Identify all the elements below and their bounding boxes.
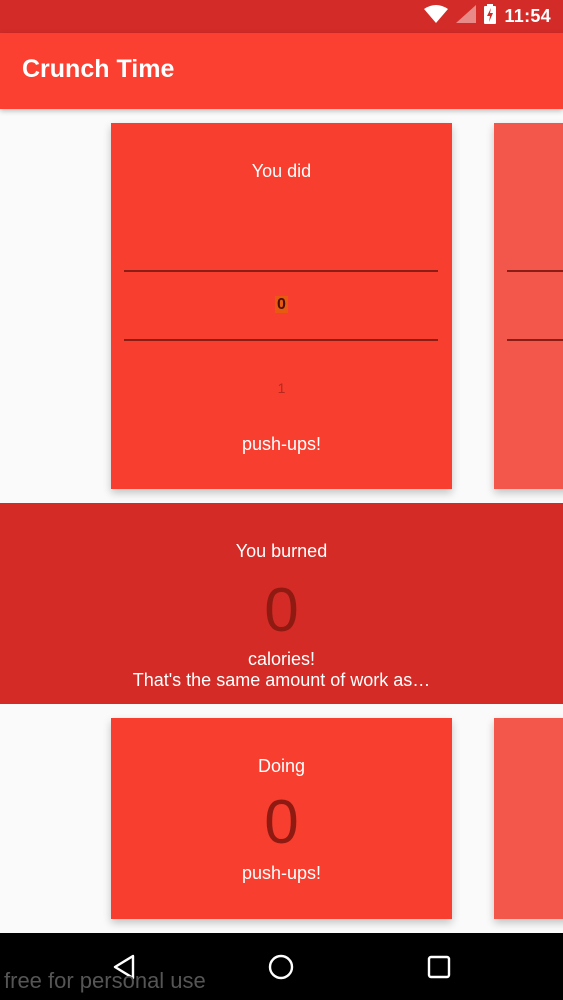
next-equivalent-card-peek[interactable] xyxy=(494,718,563,919)
calories-burned-section: You burned 0 calories! That's the same a… xyxy=(0,503,563,704)
peek-picker-top-divider xyxy=(507,270,563,272)
pushup-card-title: You did xyxy=(251,161,312,181)
app-title: Crunch Time xyxy=(22,55,175,83)
equivalent-unit: push-ups! xyxy=(241,863,322,883)
app-bar: Crunch Time xyxy=(0,33,563,109)
pushup-picker-selected-value[interactable]: 0 xyxy=(111,296,452,314)
watermark-text: free for personal use xyxy=(4,968,206,993)
recents-icon xyxy=(427,955,451,979)
picker-bottom-divider xyxy=(124,339,438,341)
picker-top-divider xyxy=(124,270,438,272)
calories-value: 0 xyxy=(264,576,299,645)
picker-selected-text: 0 xyxy=(275,296,288,313)
wifi-icon xyxy=(424,5,449,28)
equivalent-count: 0 xyxy=(264,788,299,857)
status-bar: 11:54 xyxy=(0,0,563,33)
signal-icon xyxy=(456,5,477,28)
battery-charging-icon xyxy=(484,4,497,29)
next-exercise-card-peek[interactable] xyxy=(494,123,563,489)
status-icons: 11:54 xyxy=(424,0,551,33)
home-icon xyxy=(268,954,294,980)
peek-picker-bottom-divider xyxy=(507,339,563,341)
comparison-text: That's the same amount of work as… xyxy=(132,670,431,690)
calories-unit: calories! xyxy=(247,649,316,669)
pushup-picker-next-value[interactable]: 1 xyxy=(111,380,452,396)
home-button[interactable] xyxy=(264,950,298,984)
equivalent-exercise-card: Doing 0 push-ups! xyxy=(111,718,452,919)
burned-title: You burned xyxy=(235,541,328,561)
pushup-card-unit: push-ups! xyxy=(241,434,322,454)
recents-button[interactable] xyxy=(422,950,456,984)
status-clock: 11:54 xyxy=(504,6,551,26)
equivalent-title: Doing xyxy=(257,756,306,776)
